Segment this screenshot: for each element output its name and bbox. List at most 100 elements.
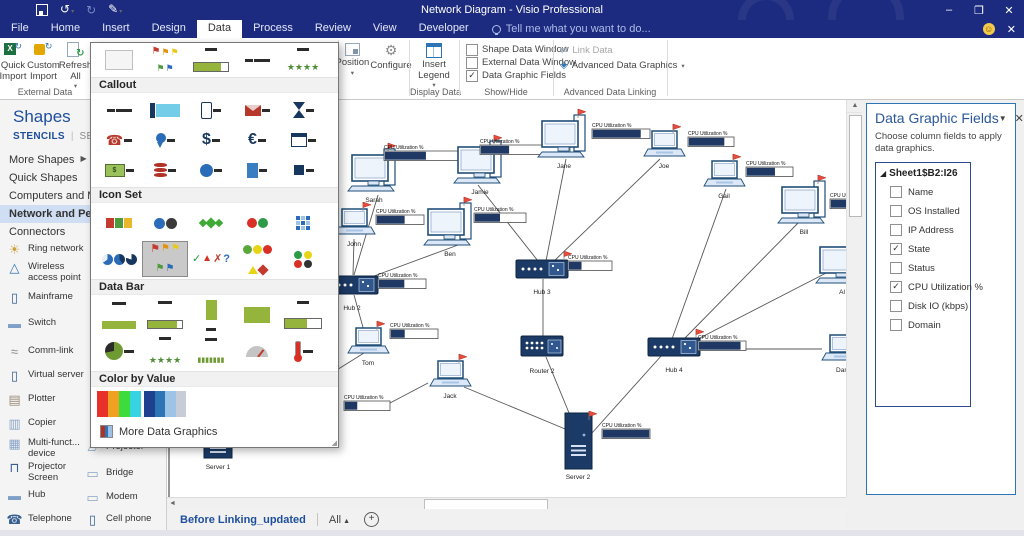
connector-line[interactable] xyxy=(552,159,660,263)
gallery-item-pie-icon-set[interactable] xyxy=(97,242,141,276)
gallery-item-thermometer-data-bar[interactable] xyxy=(281,334,325,368)
gallery-item-blue-color-scale[interactable] xyxy=(143,390,187,418)
gallery-item-star-rating-preview[interactable]: ★★★★ xyxy=(281,46,325,74)
gallery-item-euro-callout[interactable]: € xyxy=(235,126,279,154)
gallery-item-speedometer-data-bar[interactable] xyxy=(235,334,279,368)
gallery-item-location-callout[interactable] xyxy=(143,126,187,154)
stencil-item-switch[interactable]: ▬Switch xyxy=(6,317,88,331)
connector-line[interactable] xyxy=(354,195,378,275)
gallery-item-flag-icon-set-preview[interactable]: ⚑⚑⚑⚑⚑ xyxy=(143,46,187,74)
gallery-item-hourglass-callout[interactable] xyxy=(281,96,325,124)
gallery-item-block-data-bar[interactable] xyxy=(235,298,279,332)
all-pages-button[interactable]: All▲ xyxy=(329,514,350,526)
node-bill[interactable] xyxy=(778,175,826,223)
gallery-item-phone-callout[interactable]: ☎ xyxy=(97,126,141,154)
node-hub4[interactable] xyxy=(648,329,704,356)
node-ben[interactable] xyxy=(424,197,472,245)
tab-data[interactable]: Data xyxy=(197,20,242,38)
stencil-item-ring-network[interactable]: ☀Ring network xyxy=(6,243,88,257)
minimize-button[interactable]: – xyxy=(934,4,964,17)
node-al[interactable] xyxy=(816,241,846,283)
gallery-item-icon-set-flags[interactable]: ⚑⚑⚑⚑⚑ xyxy=(143,242,187,276)
node-tom[interactable] xyxy=(348,321,389,353)
node-dan[interactable] xyxy=(822,335,846,360)
stencil-item-cell-phone[interactable]: ▯Cell phone xyxy=(84,513,166,527)
node-john[interactable] xyxy=(334,202,375,234)
gallery-item-star-data-bar[interactable]: ★★★★ xyxy=(143,334,187,368)
field-state[interactable]: ✓State xyxy=(890,243,966,255)
stencil-item-hub[interactable]: ▬Hub xyxy=(6,489,88,503)
gallery-item-data-bar-underline[interactable] xyxy=(143,298,187,332)
field-ip-address[interactable]: IP Address xyxy=(890,224,966,236)
stencil-item-comm-link[interactable]: ≈Comm-link xyxy=(6,345,88,359)
tab-home[interactable]: Home xyxy=(40,20,91,38)
connector-line[interactable] xyxy=(464,387,570,431)
connector-line[interactable] xyxy=(546,159,566,261)
connector-line[interactable] xyxy=(684,219,802,339)
gallery-item-data-bar-label[interactable] xyxy=(97,298,141,332)
tab-file[interactable]: File xyxy=(0,20,40,38)
tab-developer[interactable]: Developer xyxy=(408,20,480,38)
gallery-item-mobile-phone-callout[interactable] xyxy=(189,96,233,124)
tab-design[interactable]: Design xyxy=(141,20,197,38)
stencil-item-projector-screen[interactable]: ⊓Projector Screen xyxy=(6,461,88,483)
add-page-button[interactable]: + xyxy=(364,512,379,527)
connector-line[interactable] xyxy=(694,271,830,341)
checkbox-data-graphic-fields[interactable]: ✓Data Graphic Fields xyxy=(460,69,552,82)
gallery-item-grid-icon-set[interactable] xyxy=(281,206,325,240)
gallery-item-money-callout[interactable]: $ xyxy=(97,156,141,184)
quick-import-button[interactable]: X↻ Quick Import xyxy=(0,41,26,93)
stencil-item-plotter[interactable]: ▤Plotter xyxy=(6,393,88,407)
gallery-item-dollar-callout[interactable]: $ xyxy=(189,126,233,154)
node-gail[interactable] xyxy=(704,154,745,186)
resize-handle[interactable]: ◢ xyxy=(332,439,337,447)
custom-import-button[interactable]: ↻ Custom Import xyxy=(28,41,58,93)
field-os-installed[interactable]: OS Installed xyxy=(890,205,966,217)
configure-button[interactable]: ⚙ Configure xyxy=(370,41,411,79)
pane-close-icon[interactable]: ✕ xyxy=(1015,112,1024,125)
more-data-graphics-button[interactable]: More Data Graphics xyxy=(91,421,338,442)
gallery-item-text-callout-preview[interactable] xyxy=(235,46,279,74)
connector-line[interactable] xyxy=(592,355,662,433)
close-button[interactable]: ✕ xyxy=(994,4,1024,17)
tree-expander-icon[interactable]: ◢ xyxy=(880,169,886,178)
refresh-all-button[interactable]: ↻ Refresh All ▾ xyxy=(60,41,90,93)
gallery-item-data-bar-preview[interactable] xyxy=(189,46,233,74)
feedback-close-icon[interactable]: ✕ xyxy=(1007,23,1016,36)
checkbox-shape-data-window[interactable]: Shape Data Window xyxy=(460,43,552,56)
advanced-data-graphics-button[interactable]: ◈ Advanced Data Graphics ▾ xyxy=(554,58,666,73)
node-router2[interactable] xyxy=(521,336,563,356)
gallery-item-planet-callout[interactable] xyxy=(189,156,233,184)
gallery-item-database-callout[interactable] xyxy=(143,156,187,184)
redo-icon[interactable]: ↻ xyxy=(86,4,96,16)
insert-legend-button[interactable]: Insert Legend ▾ xyxy=(413,41,455,92)
link-data-button[interactable]: ⇄ Link Data xyxy=(554,43,666,58)
stencil-item-mainframe[interactable]: ▯Mainframe xyxy=(6,291,88,305)
gallery-item-shape-icon-set[interactable] xyxy=(235,242,279,276)
gallery-item-chip-callout[interactable] xyxy=(281,156,325,184)
page-tab[interactable]: Before Linking_updated xyxy=(180,514,306,526)
touch-mode-icon[interactable]: ✎▾ xyxy=(108,3,122,18)
field-cpu-utilization-[interactable]: ✓CPU Utilization % xyxy=(890,281,966,293)
gallery-item-status-icon-set[interactable]: ✓▲✗? xyxy=(189,242,233,276)
gallery-item-highlight-callout[interactable] xyxy=(143,96,187,124)
scroll-left-icon[interactable]: ◄ xyxy=(168,499,177,508)
connector-line[interactable] xyxy=(354,295,364,331)
save-icon[interactable] xyxy=(36,4,48,16)
gallery-item-no-data-graphic[interactable] xyxy=(97,46,141,74)
gallery-item-text-callout[interactable] xyxy=(97,96,141,124)
undo-icon[interactable]: ↺▾ xyxy=(60,3,74,18)
tab-review[interactable]: Review xyxy=(304,20,362,38)
pane-options-icon[interactable]: ▼ xyxy=(999,114,1007,123)
gallery-item-pie-data-bar[interactable] xyxy=(97,334,141,368)
connector-line[interactable] xyxy=(390,383,428,403)
shapes-tab-stencils[interactable]: STENCILS xyxy=(13,131,65,142)
field-disk-io-kbps-[interactable]: Disk IO (kbps) xyxy=(890,300,966,312)
field-status[interactable]: Status xyxy=(890,262,966,274)
connector-line[interactable] xyxy=(672,189,726,339)
stencil-item-copier[interactable]: ▥Copier xyxy=(6,417,88,431)
gallery-item-people-data-bar[interactable]: ▮▮▮▮▮▮▮ xyxy=(189,334,233,368)
tab-view[interactable]: View xyxy=(362,20,408,38)
stencil-item-multi-funct-device[interactable]: ▦Multi-funct... device xyxy=(6,437,88,459)
maximize-button[interactable]: ❐ xyxy=(964,4,994,17)
